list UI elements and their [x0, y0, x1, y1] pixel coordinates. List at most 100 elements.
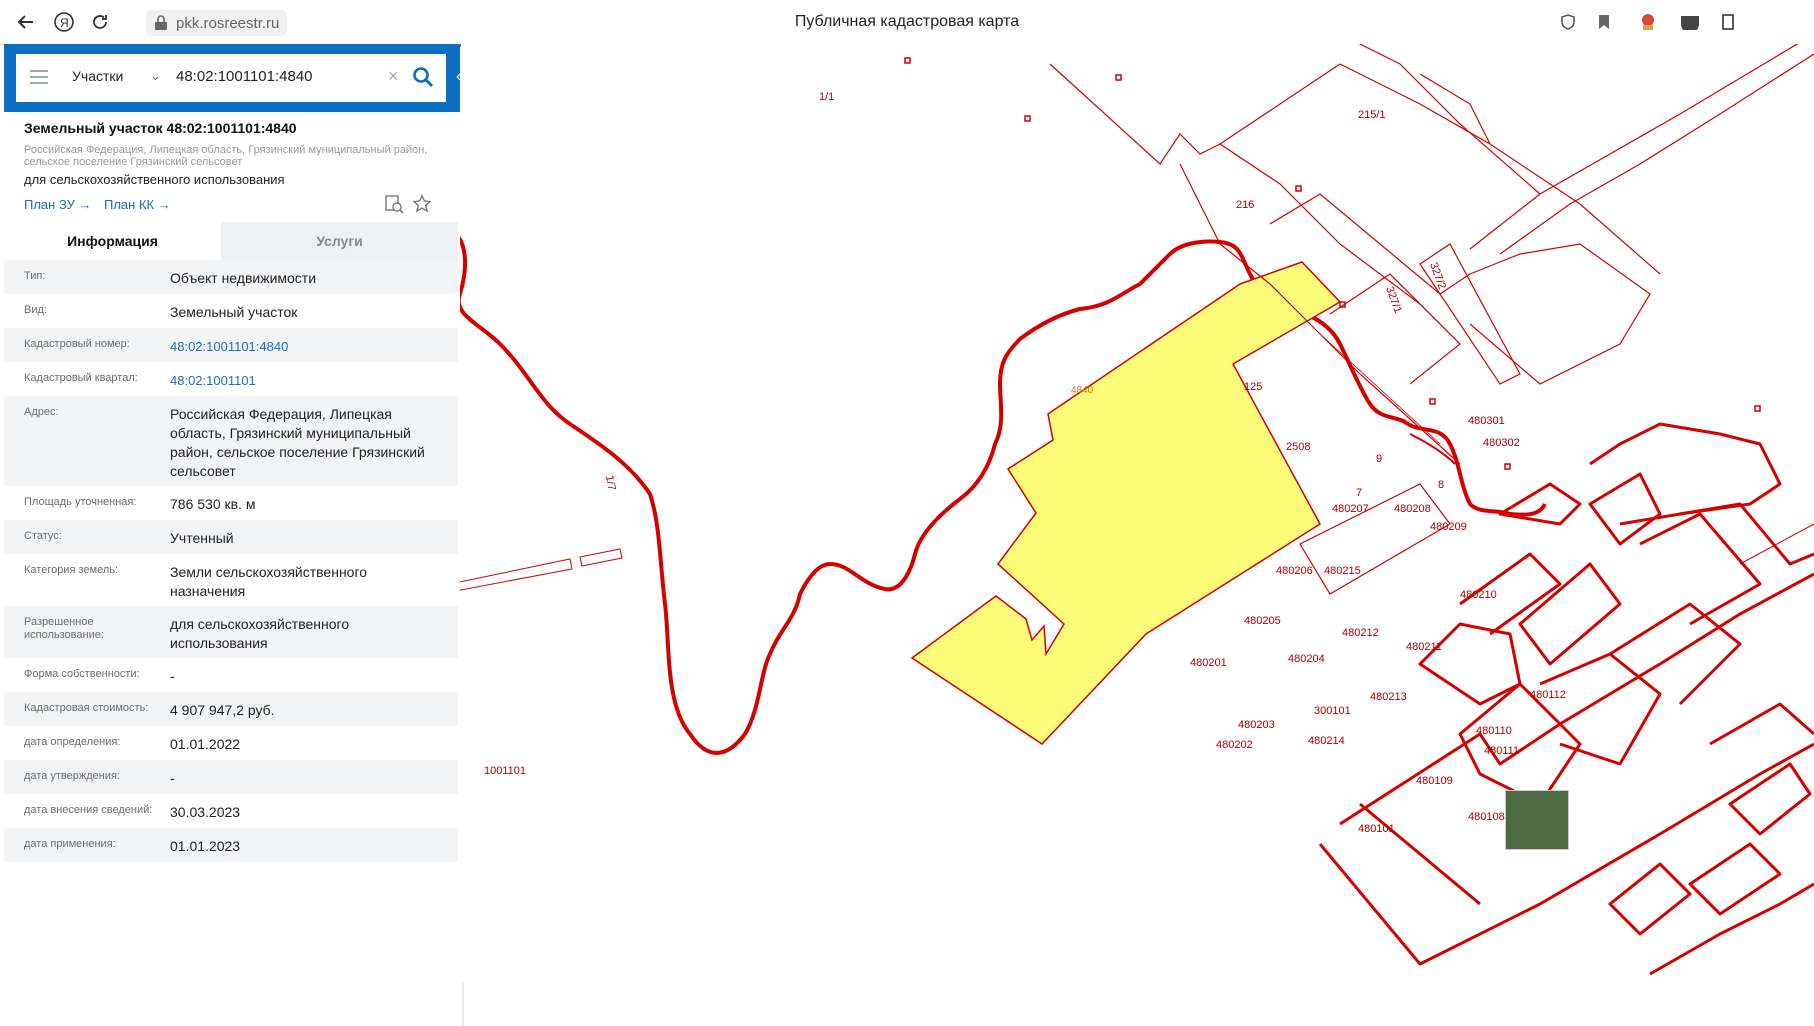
map-label: 1001101: [484, 765, 526, 777]
map-label: 480205: [1244, 615, 1281, 627]
menu-icon[interactable]: [1716, 10, 1740, 34]
map-label: 480208: [1394, 503, 1431, 515]
row-label: дата утверждения:: [24, 770, 121, 782]
info-row: Статус: Учтенный: [4, 520, 458, 554]
map-label: 1/7: [603, 474, 617, 491]
clear-icon[interactable]: ×: [388, 66, 399, 87]
row-label: Форма собственности:: [24, 668, 140, 680]
map-label: 8: [1438, 479, 1444, 491]
row-value: Российская Федерация, Липецкая область, …: [170, 406, 425, 479]
info-row: Форма собственности: -: [4, 658, 458, 692]
map-label: 215/1: [1358, 109, 1386, 121]
map-canvas[interactable]: 1/1 215/1 216 327/2 327/1 125 2508 1/7 1…: [460, 44, 1814, 982]
row-label: Площадь уточненная:: [24, 496, 137, 508]
row-value: Объект недвижимости: [170, 270, 317, 286]
info-row: Категория земель: Земли сельскохозяйстве…: [4, 554, 458, 606]
minimap-thumbnail[interactable]: [1505, 790, 1569, 850]
row-label: Разрешенное использование:: [24, 616, 104, 641]
row-label: Категория земель:: [24, 564, 119, 576]
row-label: Статус:: [24, 530, 62, 542]
info-row: дата внесения сведений: 30.03.2023: [4, 794, 458, 828]
row-value: -: [170, 668, 175, 684]
row-value: для сельскохозяйственного использования: [170, 616, 350, 651]
row-value: 01.01.2023: [170, 838, 241, 854]
map-label: 480215: [1324, 565, 1361, 577]
selected-parcel-4840: [910, 261, 1342, 745]
map-label: 480201: [1190, 657, 1227, 669]
cadastral-map[interactable]: 1/1 215/1 216 327/2 327/1 125 2508 1/7 1…: [460, 44, 1814, 982]
row-label: Кадастровая стоимость:: [24, 702, 149, 714]
row-value: 30.03.2023: [170, 804, 241, 820]
row-value: Земельный участок: [170, 304, 298, 320]
info-panel: Участки ⌄ 48:02:1001101:4840 × ‹ Земельн…: [4, 44, 468, 1026]
selected-parcel-label: 4840: [1071, 385, 1094, 396]
plan-kk-link[interactable]: План КК →: [104, 197, 171, 212]
map-label: 480302: [1483, 437, 1520, 449]
map-label: 1/1: [819, 91, 834, 103]
bookmark-icon[interactable]: [1592, 10, 1616, 34]
map-label: 480206: [1276, 565, 1313, 577]
favorite-star-icon[interactable]: [412, 194, 432, 214]
cadastral-quarter-link[interactable]: 48:02:1001101: [170, 371, 440, 390]
info-table: Тип: Объект недвижимости Вид: Земельный …: [4, 260, 458, 862]
map-label: 480108: [1468, 811, 1505, 823]
map-label: 480301: [1468, 415, 1505, 427]
map-label: 480109: [1416, 775, 1453, 787]
row-label: Тип:: [24, 270, 46, 282]
map-label: 480203: [1238, 719, 1275, 731]
map-label: 480111: [1484, 745, 1519, 757]
row-value: 4 907 947,2 руб.: [170, 702, 275, 718]
info-row: Адрес: Российская Федерация, Липецкая об…: [4, 396, 458, 486]
row-value: Учтенный: [170, 530, 234, 546]
row-value: Земли сельскохозяйственного назначения: [170, 564, 368, 599]
row-value: -: [170, 770, 175, 786]
downloads-icon[interactable]: [1678, 10, 1702, 34]
info-row: Разрешенное использование: для сельскохо…: [4, 606, 458, 658]
map-label: 480101: [1358, 823, 1395, 835]
info-row: Кадастровый квартал: 48:02:1001101: [4, 362, 458, 396]
map-label: 125: [1244, 381, 1262, 393]
info-row: дата определения: 01.01.2022: [4, 726, 458, 760]
row-label: Кадастровый номер:: [24, 338, 130, 350]
extension-icon[interactable]: [1636, 10, 1660, 34]
browser-toolbar: Я pkk.rosreestr.ru Публичная кадастровая…: [0, 0, 1814, 45]
layer-select[interactable]: Участки: [72, 68, 123, 84]
search-box: Участки ⌄ 48:02:1001101:4840 ×: [16, 54, 446, 102]
object-title: Земельный участок 48:02:1001101:4840: [24, 120, 297, 136]
info-row: Кадастровая стоимость: 4 907 947,2 руб.: [4, 692, 458, 726]
map-label: 480213: [1370, 691, 1407, 703]
zoom-to-object-icon[interactable]: [384, 194, 404, 214]
map-label: 480112: [1530, 689, 1566, 701]
search-input[interactable]: 48:02:1001101:4840: [176, 68, 313, 85]
info-row: дата утверждения: -: [4, 760, 458, 794]
page-title: Публичная кадастровая карта: [794, 13, 1020, 30]
chevron-down-icon[interactable]: ⌄: [150, 68, 161, 84]
row-label: Адрес:: [24, 406, 59, 418]
map-label: 480210: [1460, 589, 1497, 601]
map-label: 216: [1236, 199, 1254, 211]
row-label: дата внесения сведений:: [24, 804, 153, 816]
hamburger-icon[interactable]: [30, 70, 48, 84]
protect-shield-icon[interactable]: [1556, 10, 1580, 34]
map-label: 480204: [1288, 653, 1325, 665]
info-row: Площадь уточненная: 786 530 кв. м: [4, 486, 458, 520]
map-label: 480212: [1342, 627, 1379, 639]
map-label: 300101: [1314, 705, 1351, 717]
row-value: 786 530 кв. м: [170, 496, 256, 512]
object-use: для сельскохозяйственного использования: [24, 172, 285, 187]
map-label: 9: [1376, 453, 1382, 465]
row-label: Вид:: [24, 304, 47, 316]
object-address: Российская Федерация, Липецкая область, …: [24, 144, 428, 168]
tabs: Информация Услуги: [4, 222, 458, 260]
row-label: Кадастровый квартал:: [24, 372, 138, 384]
row-value: 01.01.2022: [170, 736, 241, 752]
search-bar: Участки ⌄ 48:02:1001101:4840 × ‹: [4, 44, 468, 112]
tab-services[interactable]: Услуги: [221, 222, 458, 260]
plan-zu-link[interactable]: План ЗУ →: [24, 197, 92, 212]
tab-info[interactable]: Информация: [4, 222, 221, 260]
info-row: дата применения: 01.01.2023: [4, 828, 458, 862]
row-label: дата применения:: [24, 838, 116, 850]
search-icon[interactable]: [412, 66, 434, 88]
cadastral-number-link[interactable]: 48:02:1001101:4840: [170, 337, 440, 356]
map-label: 480214: [1308, 735, 1345, 747]
